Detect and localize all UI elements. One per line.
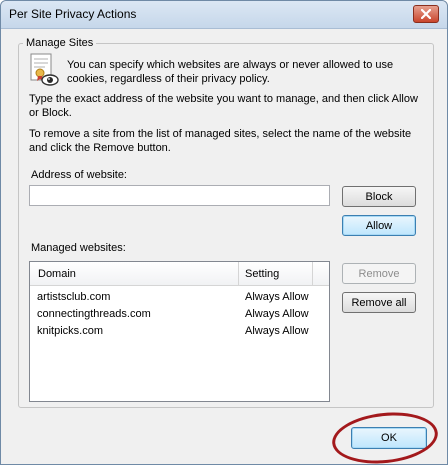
intro-text: You can specify which websites are alway…	[67, 59, 394, 85]
column-header-setting[interactable]: Setting	[245, 268, 279, 280]
setting-cell: Always Allow	[245, 291, 309, 303]
privacy-actions-dialog: Per Site Privacy Actions Manage Sites Yo…	[0, 0, 448, 468]
privacy-certificate-icon	[30, 53, 59, 86]
table-row[interactable]: knitpicks.com Always Allow	[30, 323, 329, 340]
close-button[interactable]	[413, 5, 439, 23]
setting-cell: Always Allow	[245, 325, 309, 337]
close-icon	[421, 9, 431, 19]
window-title: Per Site Privacy Actions	[9, 7, 137, 21]
managed-websites-list[interactable]: Domain Setting artistsclub.com Always Al…	[29, 261, 330, 402]
table-row[interactable]: connectingthreads.com Always Allow	[30, 306, 329, 323]
address-input[interactable]	[29, 185, 330, 206]
instruction-text-add: Type the exact address of the website yo…	[29, 93, 418, 119]
managed-websites-label: Managed websites:	[31, 242, 126, 254]
title-bar: Per Site Privacy Actions	[1, 1, 447, 29]
manage-sites-label: Manage Sites	[23, 37, 97, 49]
column-header-domain[interactable]: Domain	[38, 268, 76, 280]
column-separator[interactable]	[312, 262, 313, 286]
table-row[interactable]: artistsclub.com Always Allow	[30, 289, 329, 306]
domain-cell: knitpicks.com	[37, 325, 104, 337]
setting-cell: Always Allow	[245, 308, 309, 320]
allow-button[interactable]: Allow	[342, 215, 416, 236]
remove-button[interactable]: Remove	[342, 263, 416, 284]
remove-all-button[interactable]: Remove all	[342, 292, 416, 313]
list-header: Domain Setting	[30, 262, 329, 286]
annotation-circle	[329, 407, 441, 468]
instruction-text-remove: To remove a site from the list of manage…	[29, 128, 412, 154]
block-button[interactable]: Block	[342, 186, 416, 207]
column-separator[interactable]	[238, 262, 239, 286]
domain-cell: artistsclub.com	[37, 291, 111, 303]
address-label: Address of website:	[31, 169, 127, 181]
domain-cell: connectingthreads.com	[37, 308, 151, 320]
